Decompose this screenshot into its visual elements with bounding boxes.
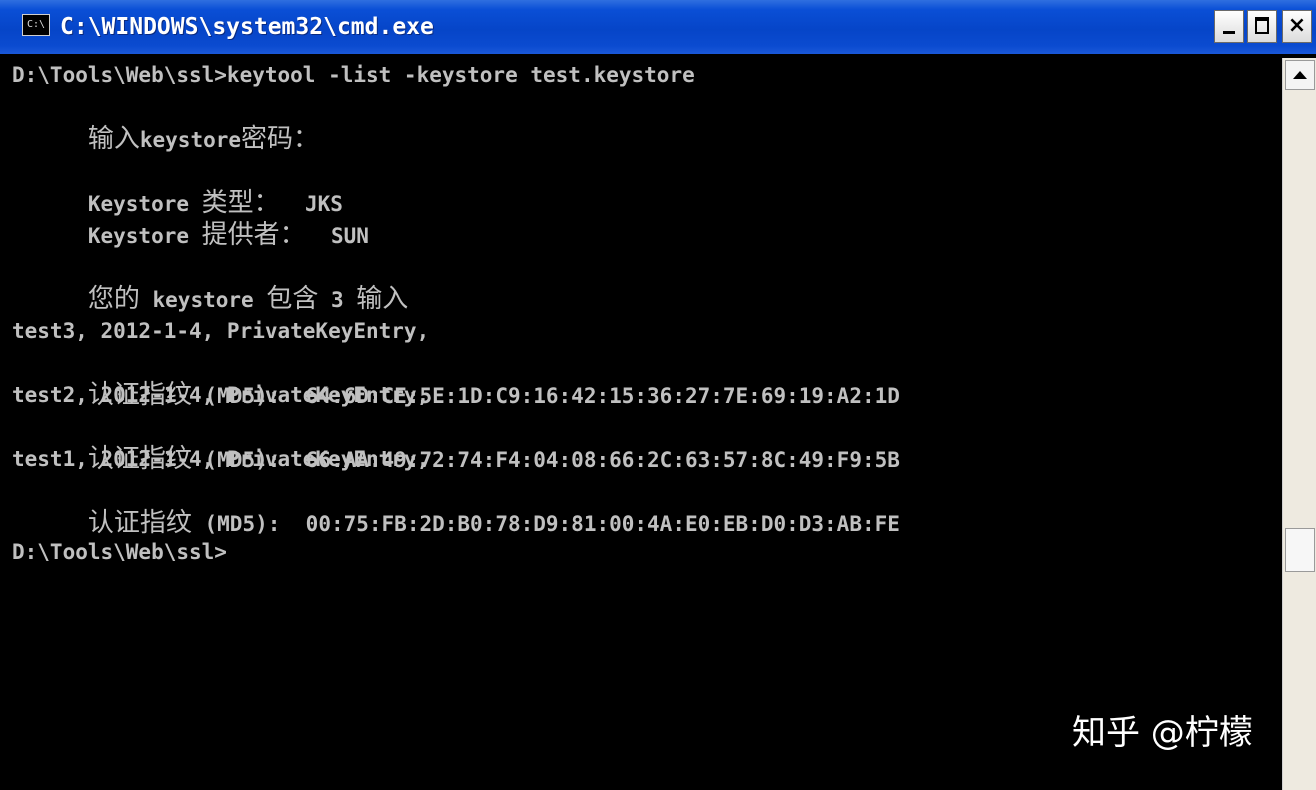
scrollbar-thumb[interactable] [1285,528,1315,572]
console-line-fingerprint: 认证指纹 (MD5): 64:6D:CE:5E:1D:C9:16:42:15:3… [12,347,900,410]
console-line-keystore-type: Keystore 类型： JKS [12,155,343,218]
minimize-button[interactable] [1214,10,1244,43]
console-line-fingerprint: 认证指纹 (MD5): 00:75:FB:2D:B0:78:D9:81:00:4… [12,475,900,538]
scroll-up-button[interactable] [1285,60,1315,90]
window-title: C:\WINDOWS\system32\cmd.exe [60,14,434,40]
console-line-entry: test2, 2012-1-4, PrivateKeyEntry, [12,383,430,407]
maximize-button[interactable] [1247,10,1277,43]
console-line-entry: test3, 2012-1-4, PrivateKeyEntry, [12,319,430,343]
console-app-icon[interactable]: C:\ [22,14,50,36]
console-line-command: D:\Tools\Web\ssl>keytool -list -keystore… [12,63,695,87]
vertical-scrollbar[interactable] [1282,58,1316,790]
console-line-entry: test1, 2012-1-4, PrivateKeyEntry, [12,447,430,471]
arrow-up-icon [1293,71,1307,79]
prompt-prefix: 输入 [87,124,140,154]
close-icon: × [1287,13,1307,38]
console-line-entry-count: 您的 keystore 包含 3 输入 [12,251,408,314]
fingerprint-label: (MD5): [191,512,306,536]
fingerprint-zh: 认证指纹 [87,508,192,538]
zhihu-watermark: 知乎 @柠檬 [1072,713,1253,753]
info-value: SUN [305,224,369,248]
title-bar[interactable]: C:\ C:\WINDOWS\system32\cmd.exe × [0,0,1316,54]
fingerprint-value: 00:75:FB:2D:B0:78:D9:81:00:4A:E0:EB:D0:D… [305,512,900,536]
info-zh: 提供者： [201,220,306,250]
prompt-suffix: 密码： [241,124,320,154]
cmd-window: C:\ C:\WINDOWS\system32\cmd.exe × D:\Too… [0,0,1316,790]
maximize-icon [1255,17,1269,34]
count-mid-1: keystore [139,288,267,312]
console-line-keystore-provider: Keystore 提供者： SUN [12,187,369,250]
console-line-fingerprint: 认证指纹 (MD5): 66:AA:49:72:74:F4:04:08:66:2… [12,411,900,474]
minimize-icon [1223,31,1235,34]
count-zh-3: 输入 [356,284,409,314]
console-line-prompt: D:\Tools\Web\ssl> [12,540,227,564]
prompt-keystore: keystore [139,128,242,152]
close-button[interactable]: × [1282,10,1312,43]
console-output[interactable]: D:\Tools\Web\ssl>keytool -list -keystore… [10,58,1282,790]
count-mid-2: 3 [318,288,357,312]
info-label: Keystore [87,224,202,248]
count-zh-1: 您的 [87,284,140,314]
count-zh-2: 包含 [266,284,319,314]
console-line-password-prompt: 输入keystore密码： [12,91,319,154]
